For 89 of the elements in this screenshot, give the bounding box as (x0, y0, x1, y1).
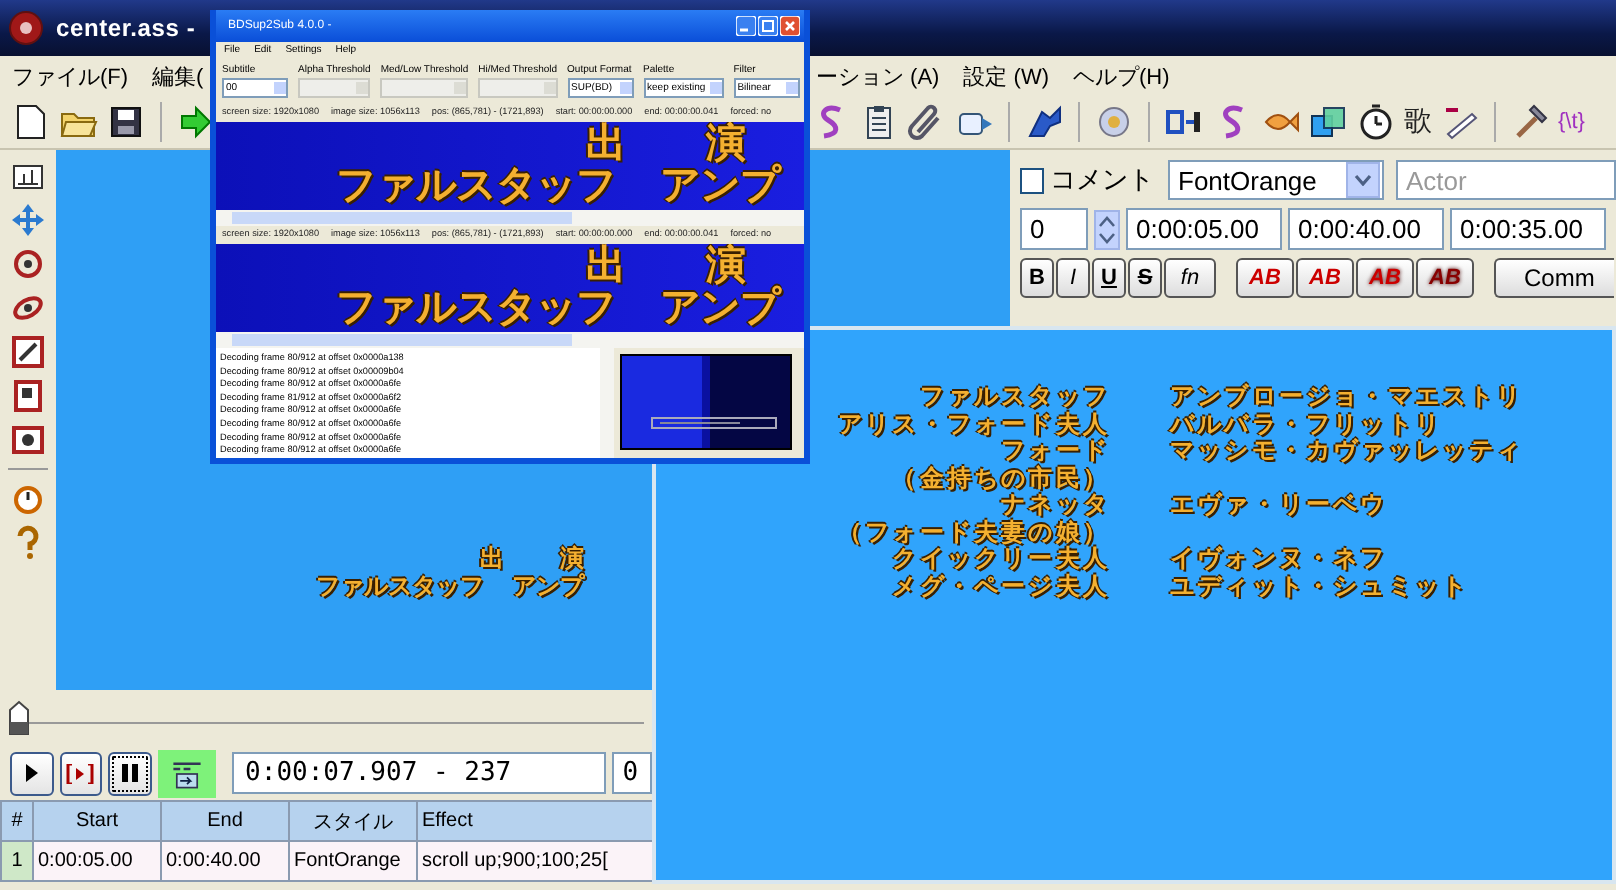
menu-item[interactable]: ファイル(F) (12, 61, 129, 91)
comment-label: コメント (1050, 162, 1155, 198)
outline-color-button[interactable]: AB (1356, 258, 1414, 298)
table-cell: FontOrange (289, 841, 417, 881)
credit-role: クイックリー夫人 (890, 546, 1110, 573)
subtitle-text: ファルスタッフ (316, 572, 484, 600)
maximize-icon[interactable] (758, 16, 778, 36)
column-header[interactable]: End (161, 801, 289, 841)
autoscroll-toggle[interactable] (157, 749, 216, 797)
credit-name: ユディット・シュミット (1170, 573, 1472, 600)
credit-name: エヴァ・リーベウ (1170, 492, 1390, 519)
clip-vector-icon[interactable] (8, 420, 48, 460)
save-icon[interactable] (106, 102, 146, 142)
credit-name: バルバラ・フリットリ (1170, 411, 1444, 438)
subtitle-text: 出 (480, 544, 504, 572)
clip-rect-icon[interactable] (8, 376, 48, 416)
credit-role: メグ・ページ夫人 (890, 573, 1110, 600)
subtitle-text: ファルスタッフ (336, 288, 616, 330)
subtitle-text: 出 (586, 124, 626, 166)
column-header[interactable]: # (1, 801, 33, 841)
spin-arrows-icon[interactable] (1094, 209, 1120, 249)
subtitle-text: 出 (586, 246, 626, 288)
tag-button[interactable]: {\t} (1558, 110, 1585, 134)
subtitle-text: アンプ (512, 572, 584, 600)
subtitle-text: アンプ (660, 166, 780, 208)
toolbar-glyph[interactable]: 歌 (1404, 104, 1432, 140)
bold-button[interactable]: B (1020, 258, 1054, 298)
actor-field[interactable]: Actor (1396, 160, 1616, 200)
comment-checkbox[interactable] (1020, 167, 1045, 193)
subtitle-text: 演 (706, 246, 746, 288)
seek-handle[interactable] (8, 700, 30, 736)
scrollbar[interactable] (216, 210, 804, 226)
credit-name: アンブロージョ・マエストリ (1170, 384, 1526, 411)
column-header[interactable]: Effect (417, 801, 652, 841)
primary-color-button[interactable]: AB (1236, 258, 1294, 298)
style-dropdown[interactable]: FontOrange (1168, 160, 1384, 200)
layer-field[interactable]: 0 (1020, 208, 1088, 250)
column-header[interactable]: スタイル (289, 801, 417, 841)
shadow-color-button[interactable]: AB (1416, 258, 1474, 298)
secondary-color-button[interactable]: AB (1296, 258, 1354, 298)
menu-item[interactable]: 設定 (W) (963, 61, 1049, 91)
menu-item[interactable]: ーション (A) (816, 61, 940, 91)
credit-role: （金持ちの市民） (890, 465, 1110, 492)
table-cell: 0:00:05.00 (33, 841, 161, 881)
scrollbar-thumb[interactable] (232, 212, 572, 224)
commit-button[interactable]: Comm (1494, 258, 1614, 298)
scrollbar[interactable] (600, 348, 614, 458)
subtitle-text: アンプ (660, 288, 780, 330)
play-icon (24, 764, 39, 782)
italic-button[interactable]: I (1056, 258, 1090, 298)
frame-field[interactable]: 0 (612, 752, 652, 794)
font-button[interactable]: fn (1164, 258, 1216, 298)
arrow-icon[interactable] (176, 102, 216, 142)
pause-icon (121, 764, 138, 782)
minimize-icon[interactable] (736, 16, 756, 36)
subtitle-text: 演 (560, 544, 584, 572)
play-button[interactable] (10, 751, 54, 795)
move-icon[interactable] (8, 200, 48, 240)
subtitle-text: 演 (706, 124, 746, 166)
pause-button[interactable] (108, 751, 152, 795)
app-icon (8, 10, 44, 46)
credit-role: ファルスタッフ (917, 384, 1110, 411)
credit-name: マッシモ・カヴァッレッティ (1170, 438, 1526, 465)
credit-name: イヴォンヌ・ネフ (1170, 546, 1390, 573)
strikeout-button[interactable]: S (1128, 258, 1162, 298)
scrollbar-thumb[interactable] (232, 334, 572, 346)
underline-button[interactable]: U (1092, 258, 1126, 298)
subtitle-text: ファルスタッフ (336, 166, 616, 208)
play-selection-icon (66, 763, 95, 783)
menu-item[interactable]: 編集( (152, 61, 204, 91)
table-cell: 1 (1, 841, 33, 881)
scrollbar[interactable] (216, 332, 804, 348)
credit-role: フォード (999, 438, 1110, 465)
table-cell: 0:00:40.00 (161, 841, 289, 881)
credit-role: （フォード夫妻の娘） (836, 519, 1110, 545)
table-cell: scroll up;900;100;25[ (417, 841, 652, 881)
duration-field[interactable]: 0:00:35.00 (1450, 208, 1606, 250)
scale-icon[interactable] (8, 332, 48, 372)
play-selection-button[interactable] (59, 751, 103, 795)
credit-role: アリス・フォード夫人 (836, 411, 1110, 438)
credit-role: ナネッタ (999, 492, 1110, 519)
window-title: center.ass - (56, 14, 196, 42)
column-header[interactable]: Start (33, 801, 161, 841)
rotate-icon[interactable] (8, 244, 48, 284)
start-time-field[interactable]: 0:00:05.00 (1126, 208, 1282, 250)
time-field[interactable]: 0:00:07.907 - 237 (231, 752, 607, 794)
end-time-field[interactable]: 0:00:40.00 (1288, 208, 1444, 250)
menu-item[interactable]: ヘルプ(H) (1073, 61, 1170, 91)
close-icon[interactable] (780, 16, 800, 36)
